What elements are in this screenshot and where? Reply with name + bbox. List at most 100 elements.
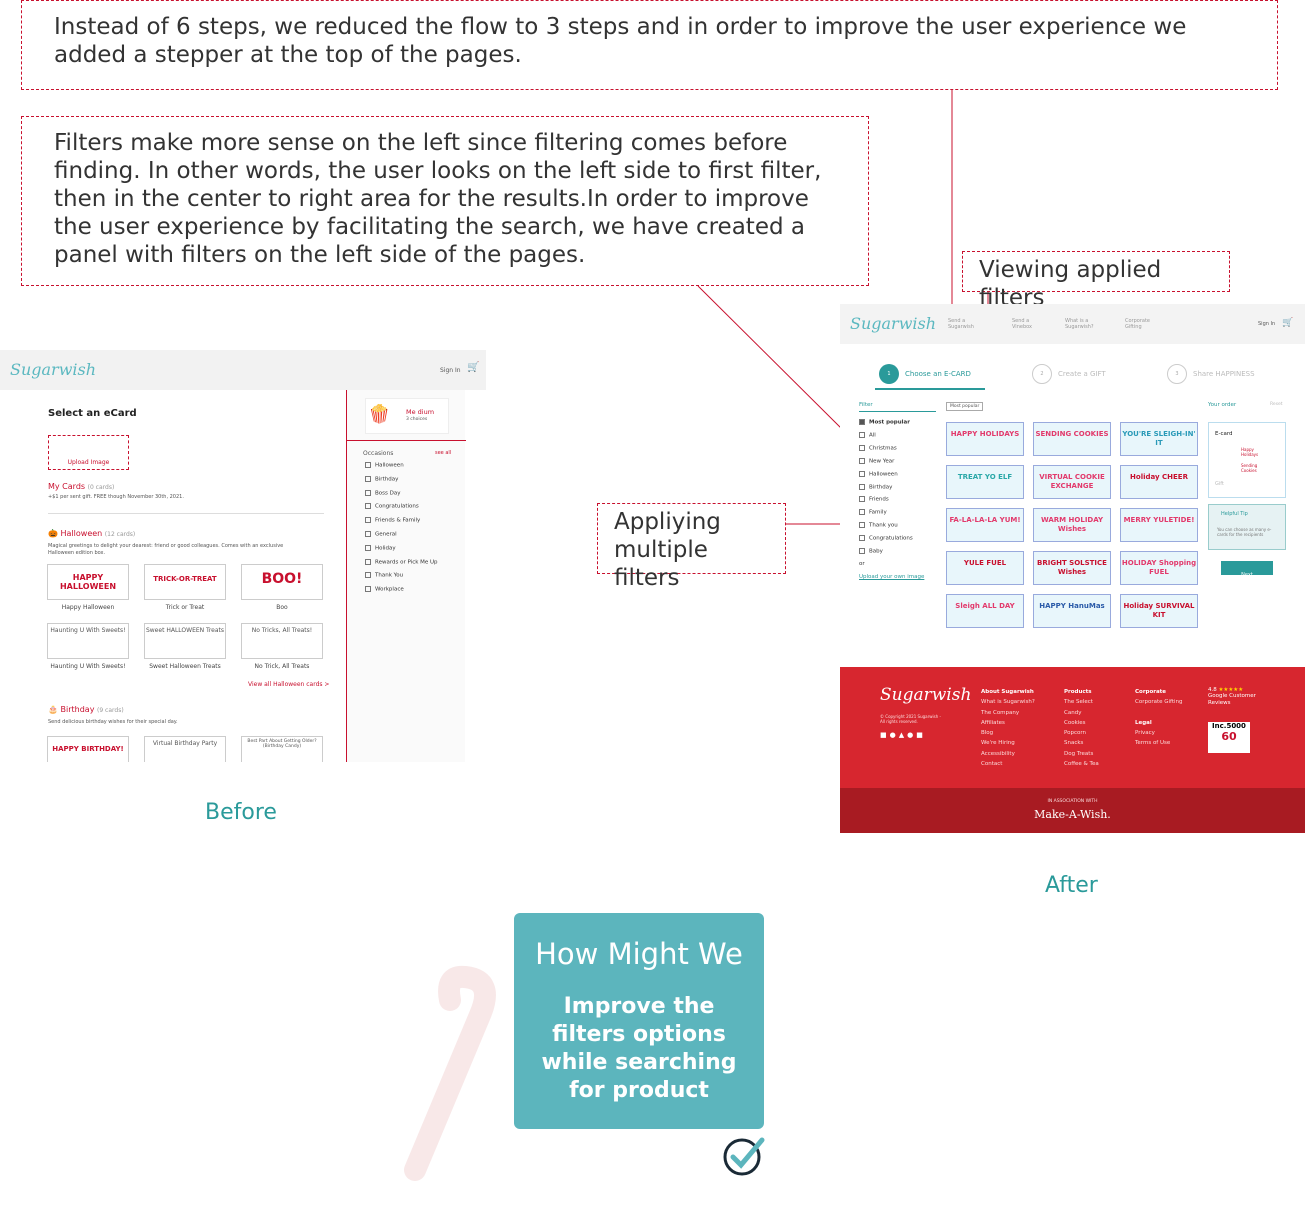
occasion-item[interactable]: Boss Day: [365, 489, 400, 496]
filter-item[interactable]: Congratulations: [859, 535, 913, 542]
ecard-boo[interactable]: BOO!: [241, 564, 323, 600]
checkbox[interactable]: [365, 586, 371, 593]
filter-item[interactable]: New Year: [859, 457, 894, 464]
checkbox[interactable]: [365, 475, 371, 482]
pinterest-icon[interactable]: ●: [907, 731, 916, 739]
filter-item[interactable]: Christmas: [859, 444, 897, 451]
checkbox[interactable]: [859, 548, 865, 554]
footer-link[interactable]: Snacks: [1064, 738, 1099, 748]
upload-image-button[interactable]: Upload Image: [48, 435, 129, 470]
ecard-tile[interactable]: YULE FUEL: [946, 551, 1024, 585]
nav-corporate[interactable]: Corporate Gifting: [1125, 318, 1157, 330]
footer-link[interactable]: Popcorn: [1064, 728, 1099, 738]
checkbox[interactable]: [859, 444, 865, 451]
ecard-tile[interactable]: VIRTUAL COOKIE EXCHANGE: [1033, 465, 1111, 499]
nav-send-sugarwish[interactable]: Send a Sugarwish: [948, 318, 980, 330]
view-all-halloween-link[interactable]: View all Halloween cards >: [248, 681, 329, 688]
nav-what-is[interactable]: What is a Sugarwish?: [1065, 318, 1105, 330]
facebook-icon[interactable]: ■: [880, 731, 890, 739]
sort-dropdown[interactable]: Most popular: [946, 402, 984, 411]
checkbox[interactable]: [859, 509, 865, 516]
step-2-circle[interactable]: 2: [1032, 364, 1052, 384]
footer-link[interactable]: Terms of Use: [1135, 738, 1183, 748]
next-button[interactable]: Next: [1221, 561, 1273, 578]
ecard-tile[interactable]: MERRY YULETIDE!: [1120, 508, 1198, 542]
ecard-tile[interactable]: FA-LA-LA-LA YUM!: [946, 508, 1024, 542]
filter-item[interactable]: Most popular: [859, 419, 910, 426]
ecard-no-tricks[interactable]: No Tricks, All Treats!: [241, 623, 323, 659]
checkbox[interactable]: [365, 489, 371, 496]
footer-link[interactable]: Coffee & Tea: [1064, 759, 1099, 769]
footer-link[interactable]: We're Hiring: [981, 738, 1035, 748]
nav-send-vinebox[interactable]: Send a Vinebox: [1012, 318, 1042, 330]
ecard-tile[interactable]: Holiday CHEER: [1120, 465, 1198, 499]
ecard-virtual-birthday[interactable]: Virtual Birthday Party: [144, 736, 226, 762]
filter-item[interactable]: Thank you: [859, 522, 898, 529]
ecard-tile[interactable]: BRIGHT SOLSTICE Wishes: [1033, 551, 1111, 585]
ecard-tile[interactable]: HAPPY HanuMas: [1033, 594, 1111, 628]
checkbox[interactable]: [365, 531, 371, 537]
ecard-tile[interactable]: SENDING COOKIES: [1033, 422, 1111, 456]
ecard-haunting[interactable]: Haunting U With Sweets!: [47, 623, 129, 659]
step-1-circle[interactable]: 1: [879, 364, 899, 384]
occasion-item[interactable]: Workplace: [365, 586, 404, 593]
ecard-happy-halloween[interactable]: HAPPY HALLOWEEN: [47, 564, 129, 600]
occasion-item[interactable]: Birthday: [365, 475, 398, 482]
checkbox[interactable]: [859, 431, 865, 438]
checkbox[interactable]: [859, 535, 865, 542]
checkbox[interactable]: [859, 470, 865, 477]
checkbox[interactable]: [365, 558, 371, 565]
checkbox[interactable]: [859, 483, 865, 490]
filter-item[interactable]: Halloween: [859, 470, 898, 477]
footer-link[interactable]: Dog Treats: [1064, 749, 1099, 759]
filter-item[interactable]: Baby: [859, 548, 883, 555]
checkbox[interactable]: [365, 544, 371, 551]
footer-link[interactable]: Corporate Gifting: [1135, 697, 1183, 707]
occasion-item[interactable]: Rewards or Pick Me Up: [365, 558, 438, 565]
ecard-tile[interactable]: WARM HOLIDAY Wishes: [1033, 508, 1111, 542]
footer-link[interactable]: What is Sugarwish?: [981, 697, 1035, 707]
footer-link[interactable]: Privacy: [1135, 728, 1183, 738]
filter-item[interactable]: or: [859, 561, 865, 567]
occasion-item[interactable]: General: [365, 531, 397, 538]
ecard-tile[interactable]: HAPPY HOLIDAYS: [946, 422, 1024, 456]
footer-link[interactable]: Contact: [981, 759, 1035, 769]
twitter-icon[interactable]: ▲: [899, 731, 907, 739]
checkbox[interactable]: [365, 517, 371, 524]
footer-link[interactable]: Accessibility: [981, 749, 1035, 759]
checkbox[interactable]: [365, 572, 371, 579]
filter-item[interactable]: Upload your own image: [859, 574, 924, 580]
footer-link[interactable]: Blog: [981, 728, 1035, 738]
filter-item[interactable]: Birthday: [859, 483, 892, 490]
checkbox[interactable]: [859, 419, 865, 425]
linkedin-icon[interactable]: ■: [916, 731, 926, 739]
footer-link[interactable]: Candy: [1064, 708, 1099, 718]
ecard-happy-birthday[interactable]: HAPPY BIRTHDAY!: [47, 736, 129, 762]
occasion-item[interactable]: Congratulations: [365, 503, 419, 510]
see-all-link[interactable]: see all: [435, 450, 451, 456]
checkbox[interactable]: [365, 503, 371, 510]
checkbox[interactable]: [859, 496, 865, 503]
checkbox[interactable]: [859, 522, 865, 529]
ecard-tile[interactable]: TREAT YO ELF: [946, 465, 1024, 499]
checkbox[interactable]: [859, 457, 865, 464]
ecard-tile[interactable]: Holiday SURVIVAL KIT: [1120, 594, 1198, 628]
footer-link[interactable]: The Company: [981, 708, 1035, 718]
step-3-circle[interactable]: 3: [1167, 364, 1187, 384]
after-sign-in[interactable]: Sign In: [1258, 321, 1275, 327]
footer-link[interactable]: Affiliates: [981, 718, 1035, 728]
ecard-tile[interactable]: Sleigh ALL DAY: [946, 594, 1024, 628]
occasion-item[interactable]: Halloween: [365, 462, 404, 469]
occasion-item[interactable]: Thank You: [365, 572, 403, 579]
occasion-item[interactable]: Holiday: [365, 544, 396, 551]
cart-icon[interactable]: 🛒: [467, 362, 479, 373]
product-box[interactable]: 🍿 Me dium 3 choices: [365, 398, 449, 434]
cart-icon[interactable]: 🛒: [1282, 318, 1293, 328]
checkbox[interactable]: [365, 462, 371, 468]
ecard-best-part[interactable]: Best Part About Getting Older? (Birthday…: [241, 736, 323, 762]
filter-item[interactable]: Family: [859, 509, 887, 516]
instagram-icon[interactable]: ●: [890, 731, 899, 739]
order-reset[interactable]: Reset: [1270, 402, 1283, 407]
ecard-tile[interactable]: YOU'RE SLEIGH-IN' IT: [1120, 422, 1198, 456]
occasion-item[interactable]: Friends & Family: [365, 517, 420, 524]
